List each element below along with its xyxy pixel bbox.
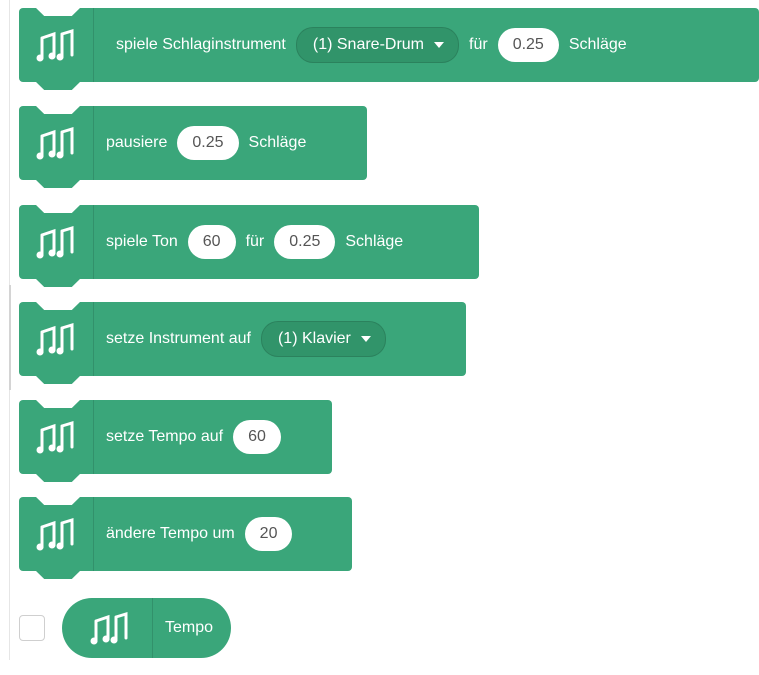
beats-input[interactable]: 0.25 — [177, 126, 239, 160]
block-notch-bottom — [35, 179, 81, 188]
music-notes-icon — [19, 205, 94, 279]
tempo-monitor-checkbox[interactable] — [19, 615, 45, 641]
change-tempo-block[interactable]: ändere Tempo um 20 — [19, 496, 352, 579]
block-notch-bottom — [35, 473, 81, 482]
palette-scroll-indicator — [9, 285, 11, 390]
music-notes-icon — [62, 598, 153, 658]
music-notes-icon — [19, 497, 94, 571]
block-label: für — [469, 36, 488, 53]
play-drum-block[interactable]: spiele Schlaginstrument (1) Snare-Drum f… — [19, 7, 759, 90]
music-notes-icon — [19, 302, 94, 376]
tempo-reporter-label: Tempo — [165, 619, 214, 636]
note-input[interactable]: 60 — [187, 225, 236, 259]
block-label: ändere Tempo um — [106, 525, 235, 542]
instrument-dropdown-value: (1) Klavier — [277, 330, 351, 347]
block-notch-bottom — [35, 375, 81, 384]
tempo-input[interactable]: 60 — [233, 420, 281, 454]
block-label: Schläge — [568, 36, 627, 53]
chevron-down-icon — [434, 42, 445, 48]
beats-input[interactable]: 0.25 — [274, 225, 336, 259]
tempo-change-input[interactable]: 20 — [244, 517, 293, 551]
music-notes-icon — [19, 8, 94, 82]
instrument-dropdown[interactable]: (1) Klavier — [260, 321, 386, 357]
set-instrument-block[interactable]: setze Instrument auf (1) Klavier — [19, 301, 466, 384]
block-label: für — [245, 233, 265, 250]
play-note-block[interactable]: spiele Ton 60 für 0.25 Schläge — [19, 204, 479, 287]
block-notch-bottom — [35, 570, 81, 579]
drum-dropdown-value: (1) Snare-Drum — [312, 36, 425, 53]
chevron-down-icon — [360, 336, 371, 342]
drum-dropdown[interactable]: (1) Snare-Drum — [295, 27, 460, 63]
music-notes-icon — [19, 106, 94, 180]
block-label: Schläge — [248, 134, 307, 151]
beats-input[interactable]: 0.25 — [497, 28, 559, 62]
block-label: setze Instrument auf — [106, 330, 251, 347]
block-label: setze Tempo auf — [106, 428, 224, 445]
block-label: spiele Schlaginstrument — [116, 36, 286, 53]
block-label: pausiere — [106, 134, 168, 151]
rest-block[interactable]: pausiere 0.25 Schläge — [19, 105, 367, 188]
tempo-reporter-row: Tempo — [19, 598, 232, 658]
block-notch-bottom — [35, 278, 81, 287]
block-notch-bottom — [35, 81, 81, 90]
block-label: spiele Ton — [106, 233, 178, 250]
block-label: Schläge — [345, 233, 404, 250]
tempo-reporter[interactable]: Tempo — [62, 598, 232, 658]
set-tempo-block[interactable]: setze Tempo auf 60 — [19, 399, 332, 482]
music-notes-icon — [19, 400, 94, 474]
